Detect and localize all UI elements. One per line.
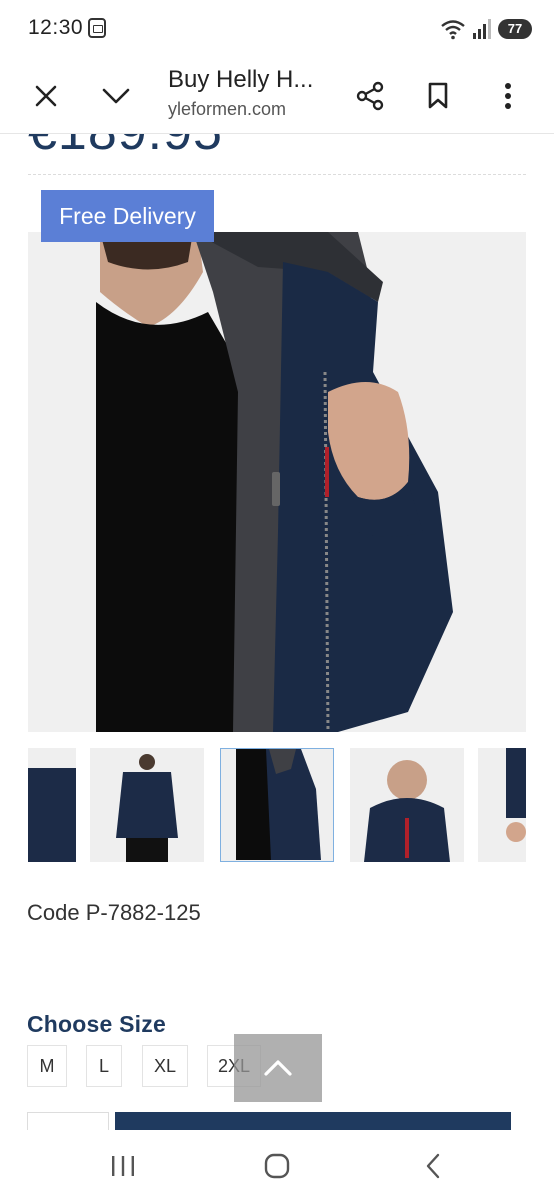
size-option-xl[interactable]: XL — [142, 1045, 188, 1087]
chevron-up-icon — [264, 1060, 292, 1076]
status-time: 12:30 — [28, 16, 84, 39]
more-vertical-icon[interactable] — [488, 76, 528, 116]
chevron-down-icon[interactable] — [96, 76, 136, 116]
product-main-image[interactable] — [28, 232, 526, 732]
size-option-m[interactable]: M — [27, 1045, 67, 1087]
status-bar: 12:30 77 — [0, 0, 554, 58]
signal-icon — [473, 19, 491, 39]
home-icon[interactable] — [252, 1144, 302, 1188]
share-icon[interactable] — [350, 76, 390, 116]
add-to-cart-button[interactable] — [115, 1112, 511, 1130]
tab-url[interactable]: yleformen.com — [168, 99, 286, 120]
status-indicators: 77 — [440, 16, 532, 42]
thumbnail-5[interactable] — [478, 748, 526, 862]
divider — [28, 174, 526, 175]
free-delivery-badge: Free Delivery — [41, 190, 214, 242]
browser-toolbar: Buy Helly H... yleformen.com — [0, 58, 554, 134]
close-icon[interactable] — [26, 76, 66, 116]
choose-size-heading: Choose Size — [27, 1011, 166, 1037]
bookmark-icon[interactable] — [418, 76, 458, 116]
back-icon[interactable] — [408, 1144, 458, 1188]
thumbnail-4[interactable] — [350, 748, 464, 862]
wifi-icon — [441, 20, 465, 40]
thumbnail-2[interactable] — [90, 748, 204, 862]
tab-title[interactable]: Buy Helly H... — [168, 66, 313, 94]
quantity-field[interactable] — [27, 1112, 109, 1130]
screenshot-notification-icon — [88, 18, 106, 38]
scroll-to-top-button[interactable] — [234, 1034, 322, 1102]
product-price: €189.95 — [28, 134, 223, 162]
size-option-l[interactable]: L — [86, 1045, 122, 1087]
system-nav-bar — [0, 1130, 554, 1200]
thumbnail-1[interactable] — [28, 748, 76, 862]
thumbnail-3-selected[interactable] — [220, 748, 334, 862]
recents-icon[interactable] — [98, 1144, 148, 1188]
thumbnail-strip — [28, 748, 526, 863]
page-content: €189.95 Free Delivery — [0, 134, 554, 1130]
battery-indicator: 77 — [498, 19, 532, 39]
product-code: Code P-7882-125 — [27, 900, 201, 925]
